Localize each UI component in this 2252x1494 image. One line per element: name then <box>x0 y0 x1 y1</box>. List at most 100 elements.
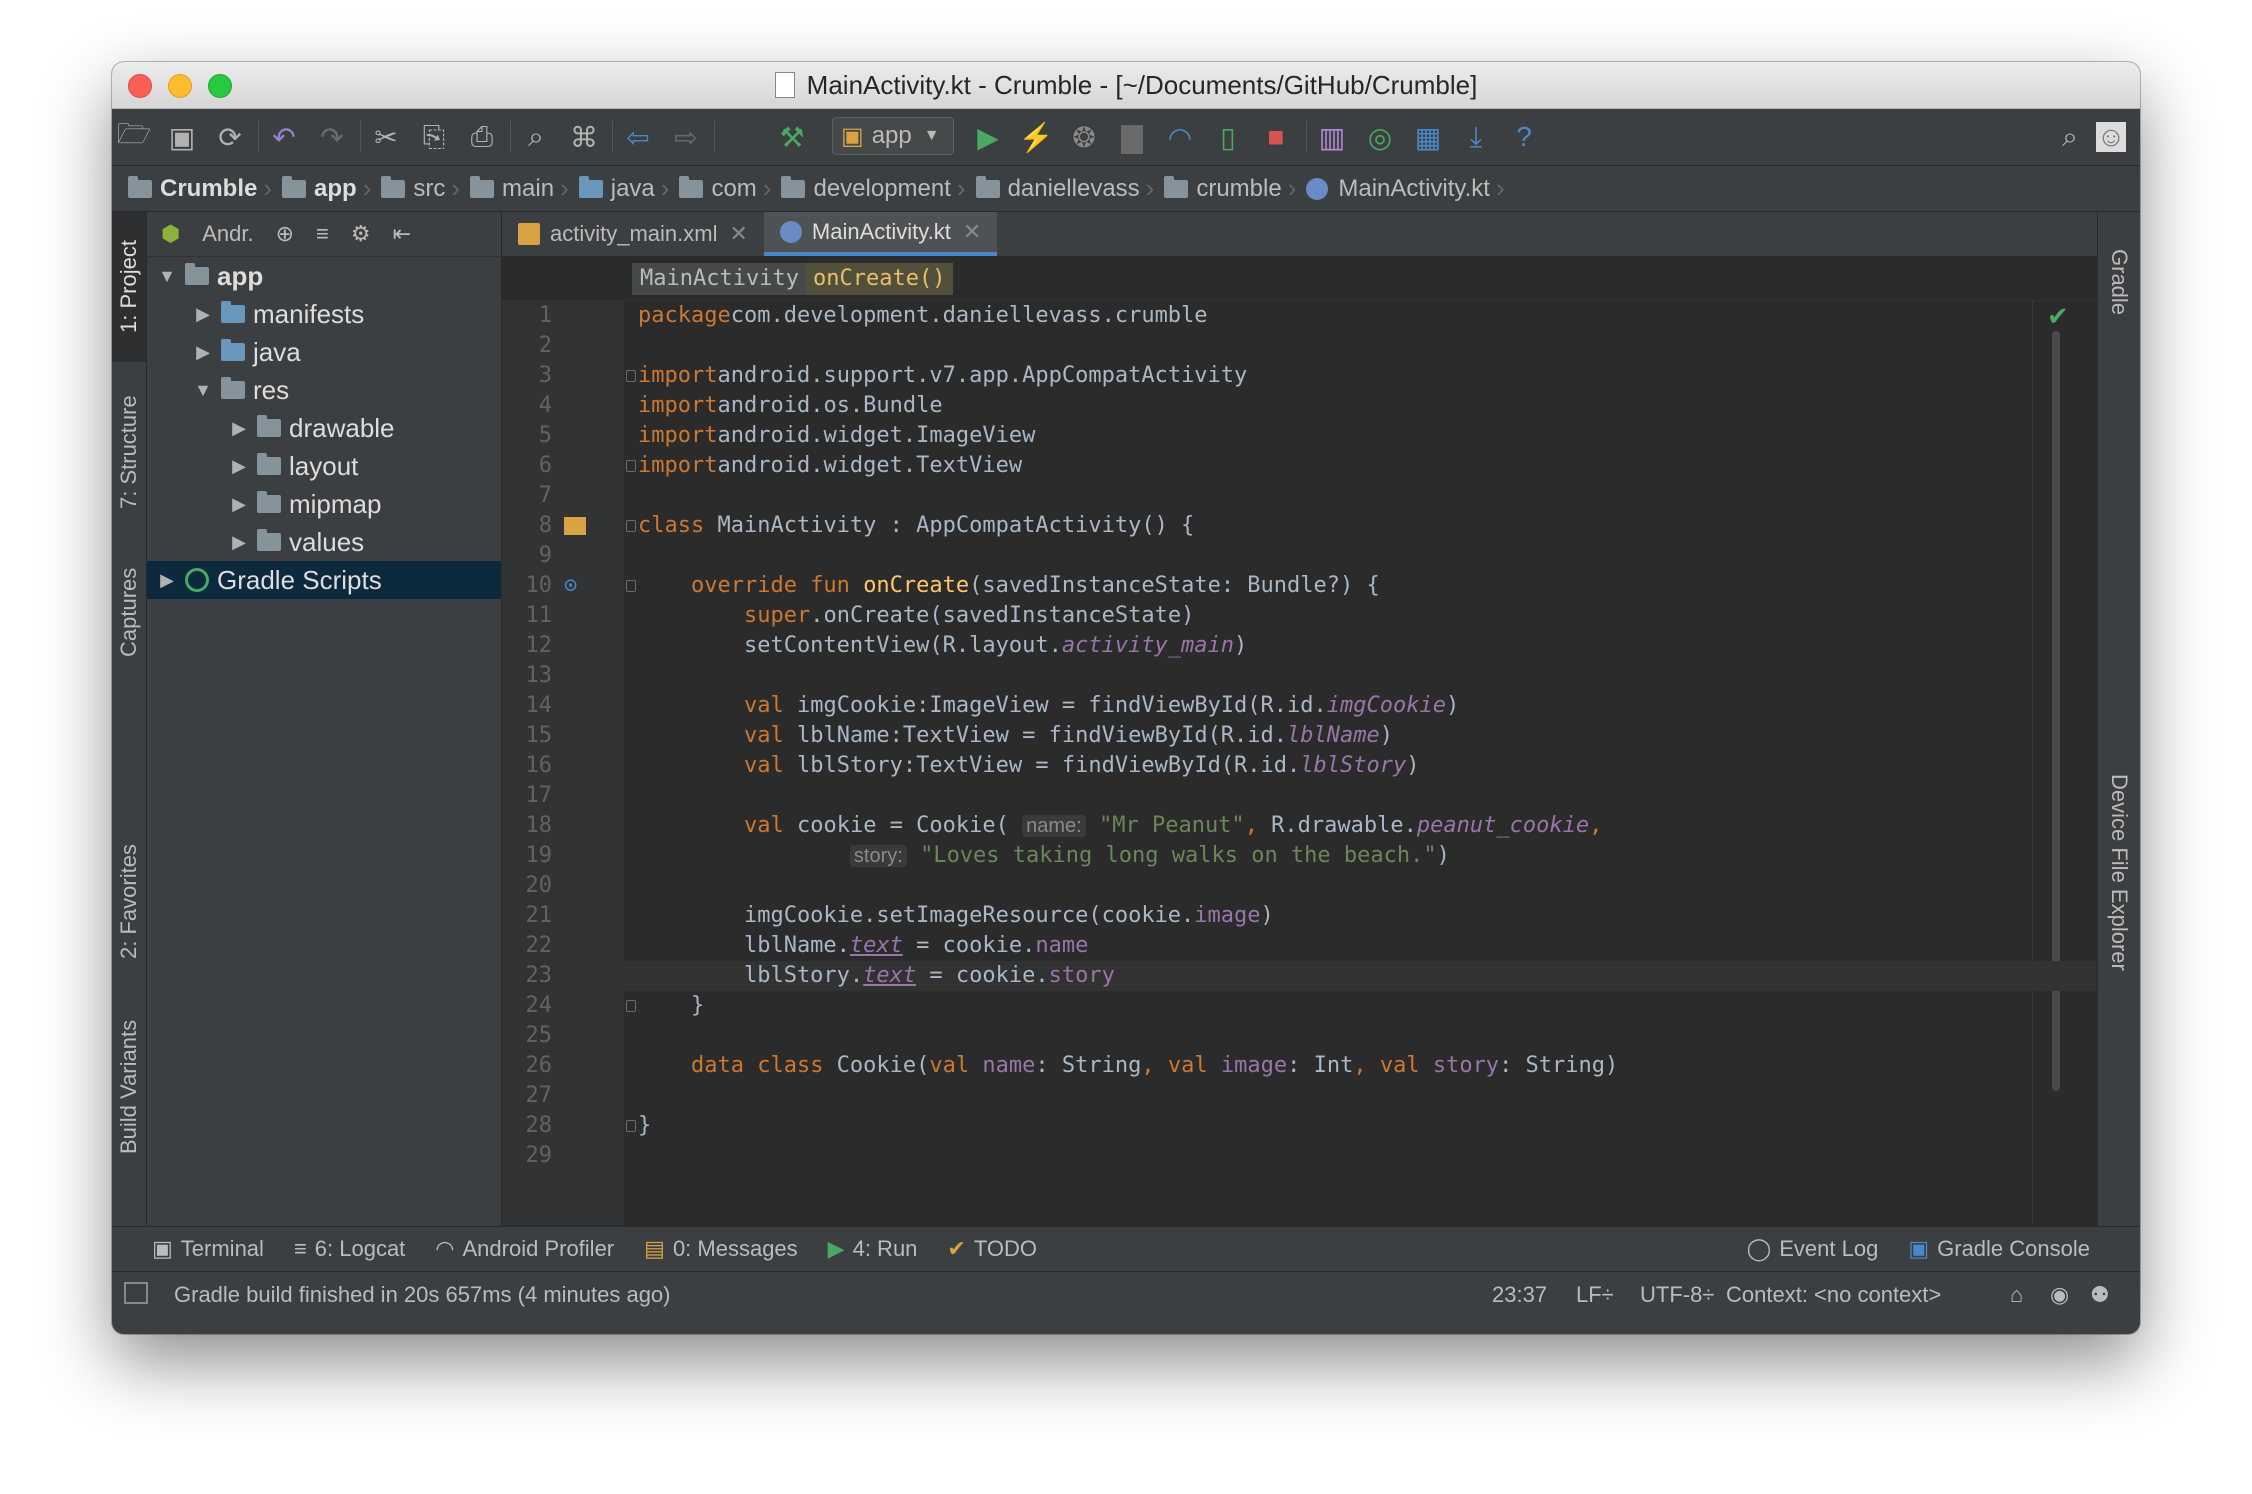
code-editor[interactable]: ✔ 1 packagecom.development.daniellevass.c… <box>502 301 2098 1225</box>
tree-item-res[interactable]: ▼ res <box>147 371 501 409</box>
paste-icon[interactable]: ⎙ <box>464 119 500 155</box>
tab-captures[interactable]: Captures <box>112 552 146 672</box>
code-line[interactable]: 3 importandroid.support.v7.app.AppCompatA… <box>502 361 2098 391</box>
collapsed-arrow-icon[interactable]: ▶ <box>191 342 215 363</box>
tab-device-file-explorer[interactable]: Device File Explorer <box>2098 742 2140 1002</box>
code-line[interactable]: 17 <box>502 781 2098 811</box>
tree-item-gradle-scripts[interactable]: ▶ Gradle Scripts <box>147 561 501 599</box>
layout-preview-gutter-icon[interactable] <box>564 517 586 535</box>
tab-activity-main-xml[interactable]: activity_main.xml ✕ <box>502 212 764 256</box>
tree-item-java[interactable]: ▶ java <box>147 333 501 371</box>
tab-messages[interactable]: ▤ 0: Messages <box>644 1236 798 1262</box>
code-line[interactable]: 6 importandroid.widget.TextView <box>502 451 2098 481</box>
breadcrumb-class-chip[interactable]: MainActivity <box>632 263 807 295</box>
save-icon[interactable]: ▣ <box>164 119 200 155</box>
user-icon[interactable]: ☺ <box>2096 121 2126 152</box>
code-line[interactable]: 24 } <box>502 991 2098 1021</box>
apply-changes-icon[interactable]: ⚡ <box>1018 119 1054 155</box>
collapse-icon[interactable]: ≡ <box>316 221 329 247</box>
code-line[interactable]: 18 val cookie = Cookie( name: "Mr Peanut… <box>502 811 2098 841</box>
fold-marker-icon[interactable] <box>626 520 636 532</box>
project-view-select[interactable]: Andr. <box>202 221 253 247</box>
tab-logcat[interactable]: ≡ 6: Logcat <box>294 1236 405 1262</box>
tab-run[interactable]: ▶ 4: Run <box>828 1236 918 1262</box>
code-line[interactable]: 9 <box>502 541 2098 571</box>
close-tab-icon[interactable]: ✕ <box>963 219 981 245</box>
redo-icon[interactable]: ↷ <box>314 119 350 155</box>
sdk-manager-icon[interactable]: ⤓ <box>1458 119 1494 155</box>
tree-item-manifests[interactable]: ▶ manifests <box>147 295 501 333</box>
search-everywhere-icon[interactable]: ⌕ <box>2052 119 2088 155</box>
tab-gradle[interactable]: Gradle <box>2098 222 2140 342</box>
tab-android-profiler[interactable]: ◠ Android Profiler <box>435 1236 614 1262</box>
undo-icon[interactable]: ↶ <box>266 119 302 155</box>
code-line[interactable]: 5 importandroid.widget.ImageView <box>502 421 2098 451</box>
tree-item-mipmap[interactable]: ▶ mipmap <box>147 485 501 523</box>
override-gutter-icon[interactable]: ⊙ <box>564 571 586 598</box>
file-encoding[interactable]: UTF-8÷ <box>1640 1282 1714 1308</box>
code-line[interactable]: 19 story: "Loves taking long walks on th… <box>502 841 2098 871</box>
tab-project[interactable]: 1: Project <box>112 212 146 362</box>
collapsed-arrow-icon[interactable]: ▶ <box>191 304 215 325</box>
breadcrumb-crumble-package[interactable]: crumble › <box>1164 173 1296 204</box>
breadcrumb-src[interactable]: src › <box>381 173 460 204</box>
code-line[interactable]: 22 lblName.text = cookie.name <box>502 931 2098 961</box>
tab-mainactivity-kt[interactable]: MainActivity.kt ✕ <box>763 212 998 256</box>
code-line[interactable]: 15 val lblName:TextView = findViewById(R… <box>502 721 2098 751</box>
fold-marker-icon[interactable] <box>626 580 636 592</box>
fold-marker-icon[interactable] <box>626 1120 636 1132</box>
run-configuration-select[interactable]: ▣ app ▼ <box>832 117 954 155</box>
code-line[interactable]: 26 data class Cookie(val name: String, v… <box>502 1051 2098 1081</box>
replace-icon[interactable]: ⌘ <box>566 119 602 155</box>
breadcrumb-java[interactable]: java › <box>578 173 669 204</box>
tree-item-layout[interactable]: ▶ layout <box>147 447 501 485</box>
tab-structure[interactable]: 7: Structure <box>112 382 146 522</box>
code-line[interactable]: 16 val lblStory:TextView = findViewById(… <box>502 751 2098 781</box>
code-line[interactable]: 28} <box>502 1111 2098 1141</box>
forward-icon[interactable]: ⇨ <box>668 119 704 155</box>
locate-icon[interactable]: ⊕ <box>276 221 294 247</box>
stop-icon[interactable]: ■ <box>1258 119 1294 155</box>
toggle-tool-windows-icon[interactable] <box>124 1282 148 1304</box>
gear-icon[interactable]: ⚙ <box>351 221 371 247</box>
collapsed-arrow-icon[interactable]: ▶ <box>155 570 179 591</box>
code-line[interactable]: 25 <box>502 1021 2098 1051</box>
tab-gradle-console[interactable]: ▣ Gradle Console <box>1908 1236 2090 1262</box>
run-icon[interactable]: ▶ <box>970 119 1006 155</box>
avd-manager-icon[interactable]: ▥ <box>1314 119 1350 155</box>
open-folder-icon[interactable]: 🗁 <box>116 118 152 155</box>
context-indicator[interactable]: Context: <no context> <box>1726 1282 1941 1308</box>
breadcrumb-main[interactable]: main › <box>470 173 569 204</box>
code-line[interactable]: 13 <box>502 661 2098 691</box>
code-line[interactable]: 21 imgCookie.setImageResource(cookie.ima… <box>502 901 2098 931</box>
status-message[interactable]: Gradle build finished in 20s 657ms (4 mi… <box>174 1282 671 1308</box>
device-icon[interactable]: ▯ <box>1210 119 1246 155</box>
collapsed-arrow-icon[interactable]: ▶ <box>227 494 251 515</box>
code-line[interactable]: 8 class MainActivity : AppCompatActivity(… <box>502 511 2098 541</box>
breadcrumb-app[interactable]: app › <box>282 173 371 204</box>
event-icon[interactable]: ⚉ <box>2090 1282 2110 1308</box>
inspector-eye-icon[interactable]: ◉ <box>2050 1282 2069 1308</box>
breadcrumb-daniellevass[interactable]: daniellevass › <box>975 173 1154 204</box>
caret-position[interactable]: 23:37 <box>1492 1282 1547 1308</box>
profile-icon[interactable]: ◠ <box>1162 119 1198 155</box>
help-icon[interactable]: ? <box>1506 119 1542 155</box>
sync-icon[interactable]: ⟳ <box>212 119 248 155</box>
tab-event-log[interactable]: ◯ Event Log <box>1747 1236 1879 1262</box>
cut-icon[interactable]: ✂ <box>368 119 404 155</box>
breadcrumb-development[interactable]: development › <box>781 173 966 204</box>
code-line[interactable]: 4 importandroid.os.Bundle <box>502 391 2098 421</box>
attach-debugger-icon[interactable]: ▇ <box>1114 119 1150 155</box>
tab-terminal[interactable]: ▣ Terminal <box>152 1236 264 1262</box>
line-separator[interactable]: LF÷ <box>1576 1282 1614 1308</box>
tree-item-drawable[interactable]: ▶ drawable <box>147 409 501 447</box>
code-line[interactable]: 12 setContentView(R.layout.activity_main… <box>502 631 2098 661</box>
code-line[interactable]: 29 <box>502 1141 2098 1171</box>
breadcrumb-mainactivity[interactable]: MainActivity.kt › <box>1306 173 1505 204</box>
fold-marker-icon[interactable] <box>626 370 636 382</box>
code-line[interactable]: 11 super.onCreate(savedInstanceState) <box>502 601 2098 631</box>
close-tab-icon[interactable]: ✕ <box>729 221 747 247</box>
code-line[interactable]: 14 val imgCookie:ImageView = findViewByI… <box>502 691 2098 721</box>
tree-item-values[interactable]: ▶ values <box>147 523 501 561</box>
copy-icon[interactable]: ⎘ <box>416 119 452 155</box>
